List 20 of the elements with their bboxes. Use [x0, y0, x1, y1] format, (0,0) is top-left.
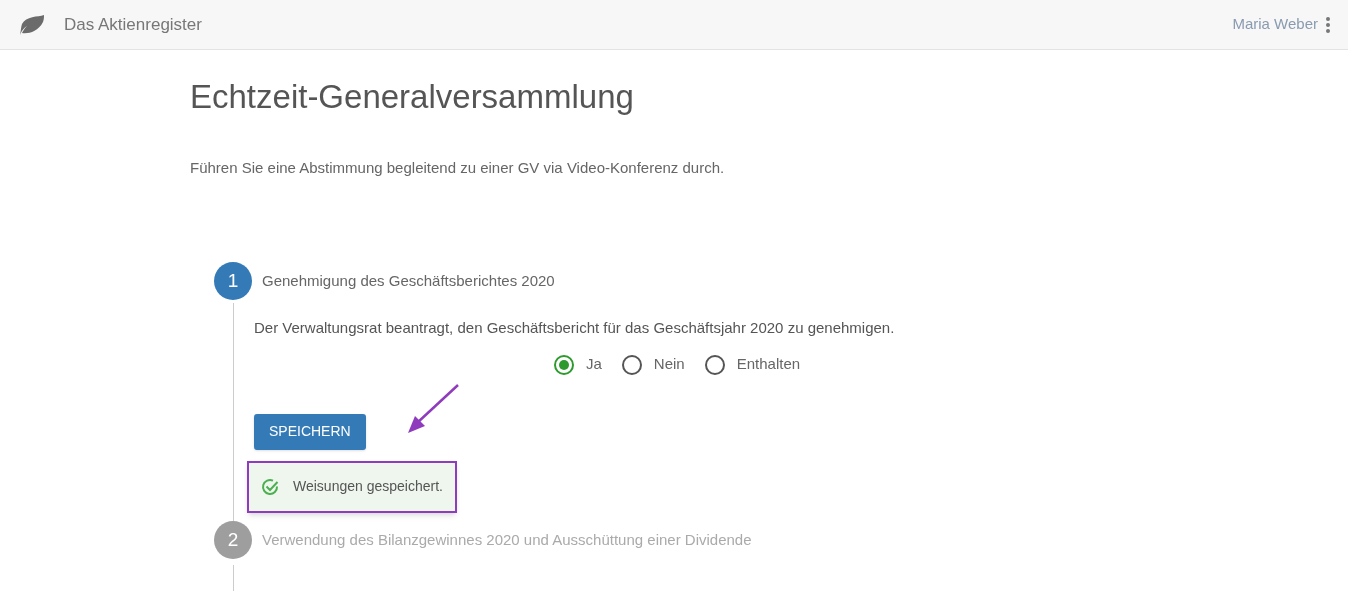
option-label[interactable]: Nein [653, 353, 685, 376]
page-description: Führen Sie eine Abstimmung begleitend zu einer GV via Video-Konferenz durch. [190, 158, 726, 179]
user-name[interactable]: Maria Weber [1232, 13, 1318, 36]
check-circle-icon [261, 477, 279, 496]
radio-button[interactable] [704, 354, 725, 375]
motion-text: Der Verwaltungsrat beantragt, den Geschäftsbericht für das Geschäftsjahr 2020 zu genehmigen. [254, 317, 896, 338]
option-label[interactable]: Ja [586, 353, 602, 376]
step-number[interactable]: 2 [214, 520, 252, 559]
page-title: Echtzeit-Generalversammlung [190, 77, 635, 117]
radio-button[interactable] [621, 354, 642, 375]
radio-button[interactable] [554, 354, 574, 375]
success-message: Weisungen gespeichert. [293, 477, 443, 497]
step-title[interactable]: Genehmigung des Geschäftsberichtes 2020 [262, 269, 555, 292]
more-icon[interactable] [1326, 16, 1330, 33]
app-name[interactable]: Das Aktienregister [64, 11, 202, 38]
option-label[interactable]: Enthalten [736, 353, 801, 376]
leaf-icon [18, 13, 46, 36]
save-button[interactable]: SPEICHERN [254, 413, 366, 450]
step-number[interactable]: 1 [214, 261, 252, 300]
step-title[interactable]: Verwendung des Bilanzgewinnes 2020 und Ausschüttung einer Dividende [262, 528, 752, 551]
